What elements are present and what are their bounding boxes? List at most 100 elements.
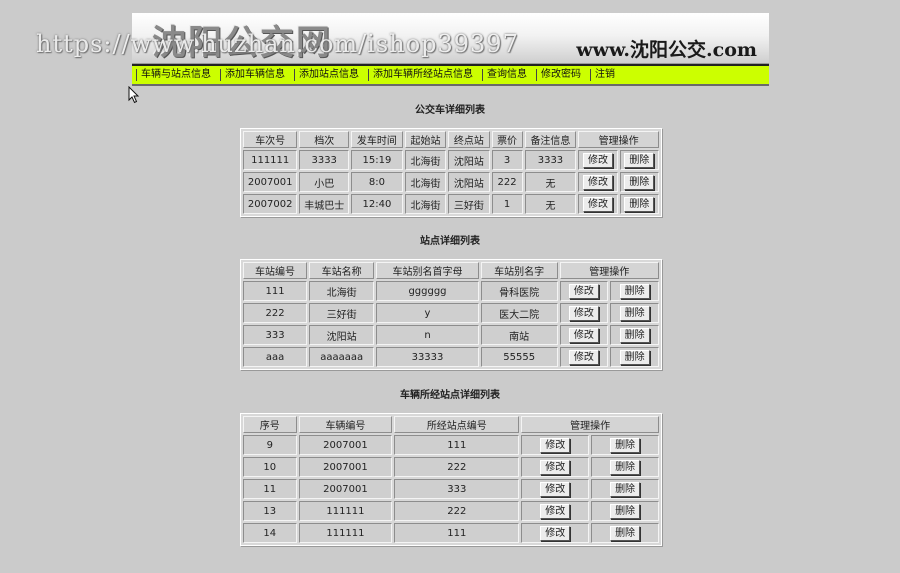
delete-button[interactable]: 删除 bbox=[610, 459, 641, 475]
table-cell: 2007001 bbox=[298, 479, 393, 499]
table-cell: 111111 bbox=[243, 150, 298, 170]
edit-button[interactable]: 修改 bbox=[582, 152, 613, 168]
table-row: aaa aaaaaaa 33333 55555 修改 删除 bbox=[243, 347, 659, 367]
delete-button[interactable]: 删除 bbox=[619, 327, 650, 343]
table-cell: 33333 bbox=[376, 347, 479, 367]
column-header: 车站别名首字母 bbox=[376, 262, 479, 279]
edit-button[interactable]: 修改 bbox=[568, 349, 599, 365]
table-cell: 222 bbox=[243, 303, 308, 323]
edit-button[interactable]: 修改 bbox=[540, 503, 571, 519]
edit-button[interactable]: 修改 bbox=[540, 525, 571, 541]
column-header: 档次 bbox=[299, 131, 350, 148]
table-cell: 2007001 bbox=[243, 172, 298, 192]
edit-button[interactable]: 修改 bbox=[540, 437, 571, 453]
edit-cell: 修改 bbox=[521, 501, 590, 521]
delete-button[interactable]: 删除 bbox=[610, 481, 641, 497]
table-cell: 333 bbox=[394, 479, 520, 499]
table-cell: 南站 bbox=[480, 325, 558, 345]
table-cell: 无 bbox=[524, 194, 577, 214]
table-row: 2007001 小巴 8:0 北海街 沈阳站 222 无修改 删除 bbox=[243, 172, 659, 192]
table-cell: 三好街 bbox=[309, 303, 375, 323]
menu-item[interactable]: 添加车辆所经站点信息 bbox=[368, 69, 482, 81]
edit-cell: 修改 bbox=[521, 457, 590, 477]
table-row: 111111 3333 15:19 北海街 沈阳站 3 3333 修改 删除 bbox=[243, 150, 659, 170]
table-cell: 8:0 bbox=[351, 172, 403, 192]
table-row: 10 2007001 222 修改 删除 bbox=[243, 457, 659, 477]
table-cell: 222 bbox=[394, 457, 520, 477]
delete-cell: 删除 bbox=[610, 347, 659, 367]
table-cell: 1 bbox=[491, 194, 523, 214]
table-cell: 医大二院 bbox=[480, 303, 558, 323]
delete-cell: 删除 bbox=[591, 435, 659, 455]
delete-button[interactable]: 删除 bbox=[619, 349, 650, 365]
table-cell: 14 bbox=[243, 523, 297, 543]
delete-cell: 删除 bbox=[619, 172, 659, 192]
table-row: 13 111111 222 修改 删除 bbox=[243, 501, 659, 521]
delete-button[interactable]: 删除 bbox=[619, 305, 650, 321]
menu-item[interactable]: 车辆与站点信息 bbox=[136, 69, 220, 81]
delete-cell: 删除 bbox=[591, 479, 659, 499]
table-cell: 北海街 bbox=[404, 150, 447, 170]
table-cell: 骨科医院 bbox=[480, 281, 558, 301]
delete-button[interactable]: 删除 bbox=[610, 503, 641, 519]
delete-cell: 删除 bbox=[591, 501, 659, 521]
delete-button[interactable]: 删除 bbox=[619, 283, 650, 299]
column-header: 车站编号 bbox=[243, 262, 308, 279]
column-header: 车次号 bbox=[243, 131, 298, 148]
column-header: 终点站 bbox=[448, 131, 490, 148]
edit-button[interactable]: 修改 bbox=[568, 283, 599, 299]
table-cell: aaa bbox=[243, 347, 308, 367]
bus-table-title: 公交车详细列表 bbox=[415, 105, 485, 116]
table-row: 2007002 丰城巴士 12:40 北海街 三好街 1 无修改 删除 bbox=[243, 194, 659, 214]
edit-cell: 修改 bbox=[578, 194, 618, 214]
bus-table: 车次号 档次 发车时间 起始站 终点站 票价 备注信息 管理操作 111111 3333 15:1… bbox=[240, 128, 662, 217]
table-cell: gggggg bbox=[376, 281, 479, 301]
table-cell: 丰城巴士 bbox=[299, 194, 350, 214]
table-row: 9 2007001 111 修改 删除 bbox=[243, 435, 659, 455]
table-row: 333 沈阳站 n 南站 修改 删除 bbox=[243, 325, 659, 345]
edit-button[interactable]: 修改 bbox=[568, 305, 599, 321]
edit-button[interactable]: 修改 bbox=[582, 196, 613, 212]
column-header: 票价 bbox=[491, 131, 523, 148]
menu-item[interactable]: 查询信息 bbox=[482, 69, 536, 81]
edit-button[interactable]: 修改 bbox=[568, 327, 599, 343]
table-cell: 13 bbox=[243, 501, 297, 521]
watermark-text: https://www.huzhan.com/ishop39397 bbox=[36, 30, 519, 58]
menu-item[interactable]: 添加站点信息 bbox=[294, 69, 368, 81]
edit-cell: 修改 bbox=[559, 325, 609, 345]
column-header: 管理操作 bbox=[521, 416, 659, 433]
menu-item[interactable]: 修改密码 bbox=[536, 69, 590, 81]
delete-button[interactable]: 删除 bbox=[610, 525, 641, 541]
edit-button[interactable]: 修改 bbox=[540, 481, 571, 497]
table-cell: 15:19 bbox=[351, 150, 403, 170]
table-cell: 沈阳站 bbox=[309, 325, 375, 345]
station-table: 车站编号 车站名称 车站别名首字母 车站别名字 管理操作 111 北海街 gggggg 骨科医… bbox=[240, 259, 662, 370]
delete-button[interactable]: 删除 bbox=[624, 152, 655, 168]
table-cell: 2007001 bbox=[298, 457, 393, 477]
table-cell: 111 bbox=[243, 281, 308, 301]
table-cell: 北海街 bbox=[309, 281, 375, 301]
menu-item[interactable]: 注销 bbox=[590, 69, 624, 81]
delete-button[interactable]: 删除 bbox=[624, 174, 655, 190]
delete-button[interactable]: 删除 bbox=[624, 196, 655, 212]
table-cell: 333 bbox=[243, 325, 308, 345]
edit-button[interactable]: 修改 bbox=[540, 459, 571, 475]
delete-cell: 删除 bbox=[610, 325, 659, 345]
column-header: 序号 bbox=[243, 416, 297, 433]
table-row: 111 北海街 gggggg 骨科医院 修改 删除 bbox=[243, 281, 659, 301]
table-cell: 111 bbox=[394, 523, 520, 543]
table-cell: 3333 bbox=[299, 150, 350, 170]
delete-cell: 删除 bbox=[610, 281, 659, 301]
table-row: 11 2007001 333 修改 删除 bbox=[243, 479, 659, 499]
table-cell: 北海街 bbox=[404, 194, 447, 214]
edit-cell: 修改 bbox=[559, 303, 609, 323]
edit-cell: 修改 bbox=[578, 150, 618, 170]
delete-cell: 删除 bbox=[619, 150, 659, 170]
menu-item[interactable]: 添加车辆信息 bbox=[220, 69, 294, 81]
table-row: 222 三好街 y 医大二院 修改 删除 bbox=[243, 303, 659, 323]
delete-button[interactable]: 删除 bbox=[610, 437, 641, 453]
edit-button[interactable]: 修改 bbox=[582, 174, 613, 190]
table-cell: 2007001 bbox=[298, 435, 393, 455]
table-cell: aaaaaaa bbox=[309, 347, 375, 367]
edit-cell: 修改 bbox=[521, 435, 590, 455]
